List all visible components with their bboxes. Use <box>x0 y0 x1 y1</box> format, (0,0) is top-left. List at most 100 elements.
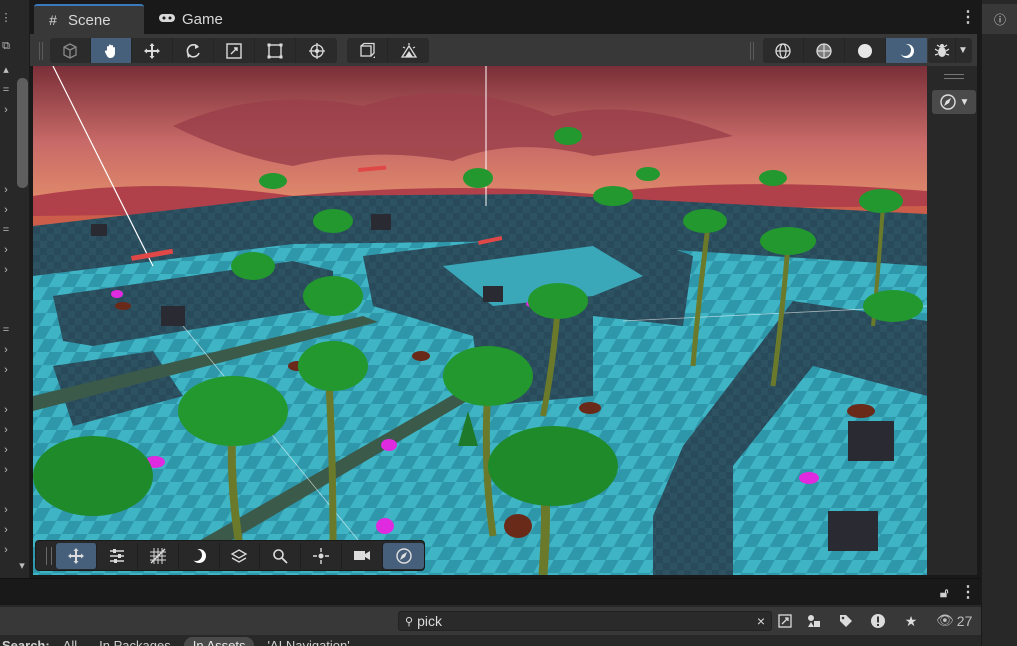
wireframe-sphere-icon <box>775 42 791 59</box>
expand-arrow-icon[interactable]: › <box>0 104 12 116</box>
project-kebab-menu-icon[interactable]: ⋮ <box>960 585 976 601</box>
expand-arrow-icon[interactable]: › <box>0 184 12 196</box>
debug-gizmos-button[interactable] <box>928 38 956 63</box>
overlay-move-button[interactable] <box>55 542 97 569</box>
tab-game[interactable]: Game <box>148 4 248 34</box>
palm-fronds <box>636 167 660 181</box>
lock-icon[interactable]: 🔓︎ <box>940 585 948 601</box>
expand-arrow-icon[interactable]: › <box>0 504 12 516</box>
wireframe-shading-button[interactable] <box>763 38 804 63</box>
scene-toolbar: ▼ <box>30 34 977 66</box>
scene-viewport[interactable] <box>33 66 927 575</box>
expand-arrow-icon[interactable]: › <box>0 424 12 436</box>
transform-tool-button[interactable] <box>296 38 337 63</box>
scope-ai-navigation[interactable]: 'AI Navigation' <box>258 637 358 646</box>
overlay-snap-button[interactable] <box>97 542 138 569</box>
bug-icon <box>934 43 949 57</box>
search-options-button[interactable] <box>775 611 795 631</box>
effects-button[interactable] <box>388 38 429 63</box>
palm-fronds <box>303 276 363 316</box>
expand-arrow-icon[interactable]: › <box>0 264 12 276</box>
lit-shading-button[interactable] <box>886 38 927 63</box>
robot <box>371 214 391 230</box>
overlay-search-button[interactable] <box>260 542 302 569</box>
scroll-down-arrow-icon[interactable]: ▾ <box>16 560 28 572</box>
camera-icon <box>354 550 371 560</box>
search-input[interactable]: pick <box>417 613 753 629</box>
palm-fronds <box>231 252 275 280</box>
compass-icon <box>939 94 956 110</box>
draw-mode-button[interactable] <box>347 38 388 63</box>
filter-by-type-button[interactable] <box>804 611 824 631</box>
overlay-grid-button[interactable] <box>138 542 179 569</box>
mushroom <box>579 402 601 414</box>
palm-fronds <box>683 209 727 233</box>
filter-by-label-button[interactable] <box>836 611 856 631</box>
scope-in-packages[interactable]: In Packages <box>90 637 180 646</box>
rect-tool-button[interactable] <box>255 38 296 63</box>
view-cube-button[interactable] <box>50 38 91 63</box>
robot <box>828 511 878 551</box>
shaded-sphere-icon <box>858 43 872 58</box>
scroll-up-arrow-icon[interactable]: ▴ <box>0 64 12 76</box>
robot <box>483 286 503 302</box>
move-tool-button[interactable] <box>132 38 173 63</box>
tab-scene[interactable]: # Scene <box>34 4 144 34</box>
palm-fronds <box>443 346 533 406</box>
project-panel: 🔓︎ ⋮ ⚲ pick × ★ 👁︎ 27 Search: All In Pac… <box>0 578 981 646</box>
maximize-icon[interactable]: ⧉ <box>0 40 12 52</box>
rotate-tool-button[interactable] <box>173 38 214 63</box>
hierarchy-scrollbar-thumb[interactable] <box>17 78 28 188</box>
scope-in-assets[interactable]: In Assets <box>183 636 255 646</box>
shaded-wireframe-button[interactable] <box>804 38 845 63</box>
rect-transform-icon <box>267 43 283 58</box>
overlay-lighting-button[interactable] <box>179 542 220 569</box>
expand-arrow-icon[interactable]: › <box>0 244 12 256</box>
kebab-menu-icon[interactable]: ⋮ <box>0 12 12 24</box>
orientation-gizmo-button[interactable]: ▼ <box>932 90 976 114</box>
hierarchy-panel-edge: ⋮ ⧉ ▴ = › › › = › › = › › › › › › › › › … <box>0 0 30 578</box>
hidden-count-value: 27 <box>956 612 973 629</box>
overlay-layers-button[interactable] <box>220 542 261 569</box>
log-filter-button[interactable] <box>868 611 888 631</box>
moon-icon <box>189 548 206 563</box>
tab-inspector[interactable]: ⓘ <box>982 4 1017 34</box>
mushroom <box>412 351 430 361</box>
tab-scene-label: Scene <box>68 11 111 29</box>
expand-arrow-icon[interactable]: › <box>0 524 12 536</box>
scene-gizmo-column: ▼ <box>927 66 977 575</box>
scale-tool-button[interactable] <box>214 38 255 63</box>
pickup <box>111 290 123 298</box>
scene-render[interactable] <box>33 66 927 575</box>
scope-all[interactable]: All <box>54 637 86 646</box>
drag-handle[interactable] <box>944 74 964 75</box>
overlay-compass-button[interactable] <box>383 542 424 569</box>
overlay-pivot-button[interactable] <box>301 542 343 569</box>
favorites-button[interactable]: ★ <box>901 611 921 631</box>
project-panel-header: 🔓︎ ⋮ <box>0 579 981 605</box>
expand-arrow-icon[interactable]: › <box>0 204 12 216</box>
hand-tool-button[interactable] <box>91 38 132 63</box>
hidden-packages-count[interactable]: 👁︎ 27 <box>936 612 972 629</box>
gizmos-dropdown[interactable]: ▼ <box>928 38 972 63</box>
drag-handle[interactable] <box>944 78 964 79</box>
coconut <box>504 514 532 538</box>
toolbar-grip-handle[interactable] <box>750 42 754 60</box>
clear-search-icon[interactable]: × <box>757 613 765 629</box>
toolbar-grip-handle[interactable] <box>39 42 43 60</box>
shaded-button[interactable] <box>845 38 886 63</box>
search-field[interactable]: ⚲ pick × <box>398 611 772 631</box>
expand-arrow-icon[interactable]: › <box>0 344 12 356</box>
search-icon <box>273 548 289 564</box>
expand-arrow-icon[interactable]: › <box>0 544 12 556</box>
expand-arrow-icon[interactable]: › <box>0 364 12 376</box>
expand-arrow-icon[interactable]: › <box>0 444 12 456</box>
scene-kebab-menu-icon[interactable]: ⋮ <box>960 10 976 26</box>
expand-arrow-icon[interactable]: › <box>0 404 12 416</box>
scale-icon <box>226 42 242 59</box>
overlay-grip-handle[interactable] <box>46 546 52 565</box>
palm-fronds <box>863 290 923 322</box>
expand-arrow-icon[interactable]: › <box>0 464 12 476</box>
overlay-camera-button[interactable] <box>342 542 384 569</box>
grid-icon: # <box>49 12 57 28</box>
